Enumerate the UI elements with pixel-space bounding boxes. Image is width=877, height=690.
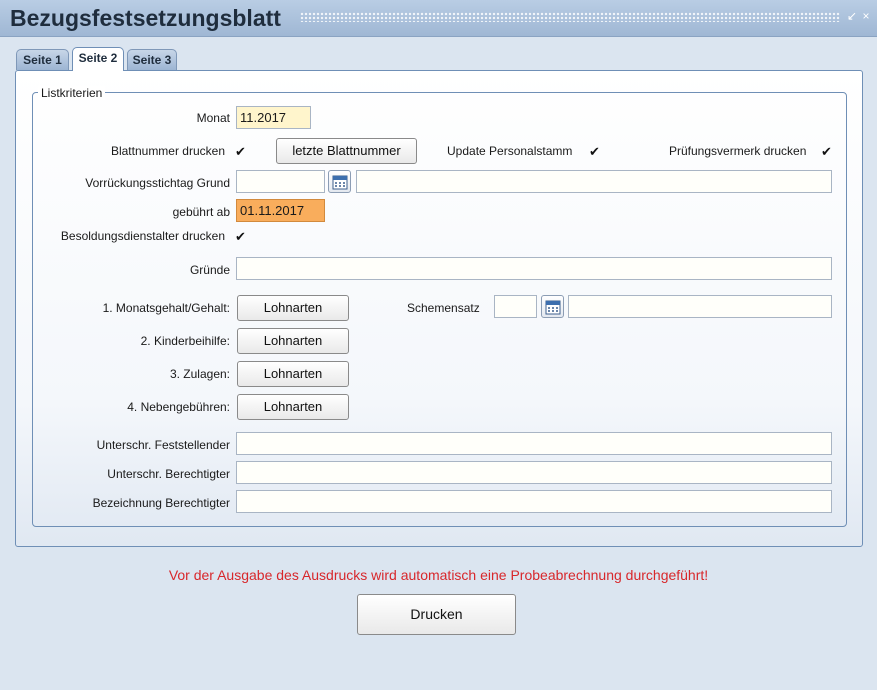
bezeichnung-berechtigter-input[interactable] bbox=[236, 490, 832, 513]
update-personalstamm-label: Update Personalstamm bbox=[447, 144, 573, 158]
monat-label: Monat bbox=[196, 111, 230, 125]
schemensatz-code-input[interactable] bbox=[494, 295, 537, 318]
pruefungsvermerk-drucken-checkbox[interactable]: ✔ bbox=[820, 145, 833, 158]
vorrueckungsstichtag-label: Vorrückungsstichtag Grund bbox=[85, 176, 230, 190]
title-grip[interactable] bbox=[300, 12, 840, 22]
listkriterien-legend: Listkriterien bbox=[38, 86, 106, 100]
gebuehrt-ab-input[interactable]: 01.11.2017 bbox=[236, 199, 325, 222]
lohnarten-monatsgehalt-button[interactable]: Lohnarten bbox=[237, 295, 349, 321]
lohnarten-zulagen-button[interactable]: Lohnarten bbox=[237, 361, 349, 387]
gebuehrt-ab-label: gebührt ab bbox=[172, 205, 230, 219]
vorrueckungsstichtag-date-input[interactable] bbox=[236, 170, 325, 193]
tab-seite-2[interactable]: Seite 2 bbox=[72, 47, 124, 71]
close-icon[interactable]: × bbox=[860, 9, 872, 23]
monat-input[interactable]: 11.2017 bbox=[236, 106, 311, 129]
letzte-blattnummer-button[interactable]: letzte Blattnummer bbox=[276, 138, 417, 164]
tab-seite-3[interactable]: Seite 3 bbox=[127, 49, 177, 70]
update-personalstamm-checkbox[interactable]: ✔ bbox=[588, 145, 601, 158]
restore-icon[interactable]: ↙ bbox=[846, 9, 858, 23]
title-bar: Bezugsfestsetzungsblatt ↙ × bbox=[0, 0, 877, 37]
besoldungsdienstalter-label: Besoldungsdienstalter drucken bbox=[60, 229, 225, 243]
zulagen-label: 3. Zulagen: bbox=[169, 367, 230, 381]
schemensatz-label: Schemensatz bbox=[407, 301, 480, 315]
unterschr-berechtigter-label: Unterschr. Berechtigter bbox=[107, 467, 230, 481]
probeabrechnung-warning: Vor der Ausgabe des Ausdrucks wird autom… bbox=[168, 567, 709, 583]
window-title: Bezugsfestsetzungsblatt bbox=[10, 5, 281, 31]
lohnarten-nebengebuehren-button[interactable]: Lohnarten bbox=[237, 394, 349, 420]
calendar-icon[interactable] bbox=[541, 295, 564, 318]
blattnummer-drucken-label: Blattnummer drucken bbox=[110, 144, 225, 158]
blattnummer-drucken-checkbox[interactable]: ✔ bbox=[234, 145, 247, 158]
besoldungsdienstalter-checkbox[interactable]: ✔ bbox=[234, 230, 247, 243]
tab-seite-1[interactable]: Seite 1 bbox=[16, 49, 69, 70]
bezeichnung-berechtigter-label: Bezeichnung Berechtigter bbox=[92, 496, 230, 510]
calendar-icon[interactable] bbox=[328, 170, 351, 193]
nebengebuehren-label: 4. Nebengebühren: bbox=[127, 400, 230, 414]
pruefungsvermerk-drucken-label: Prüfungsvermerk drucken bbox=[669, 144, 807, 158]
kinderbeihilfe-label: 2. Kinderbeihilfe: bbox=[140, 334, 230, 348]
drucken-button[interactable]: Drucken bbox=[357, 594, 516, 635]
unterschr-berechtigter-input[interactable] bbox=[236, 461, 832, 484]
schemensatz-text-input[interactable] bbox=[568, 295, 832, 318]
vorrueckungsstichtag-grund-input[interactable] bbox=[356, 170, 832, 193]
gruende-input[interactable] bbox=[236, 257, 832, 280]
lohnarten-kinderbeihilfe-button[interactable]: Lohnarten bbox=[237, 328, 349, 354]
unterschr-feststellender-input[interactable] bbox=[236, 432, 832, 455]
monatsgehalt-label: 1. Monatsgehalt/Gehalt: bbox=[102, 301, 230, 315]
unterschr-feststellender-label: Unterschr. Feststellender bbox=[96, 438, 230, 452]
gruende-label: Gründe bbox=[189, 263, 230, 277]
